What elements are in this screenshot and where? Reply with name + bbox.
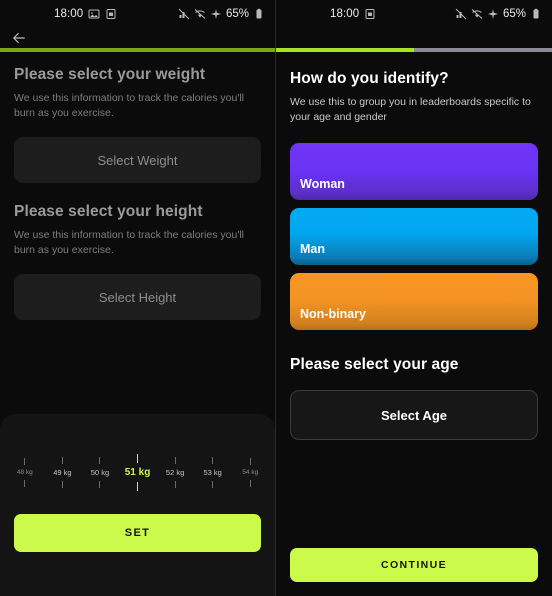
gender-option-woman[interactable]: Woman xyxy=(290,143,538,200)
ruler-tick[interactable]: 52 kg xyxy=(156,456,194,488)
airplane-mode-icon xyxy=(487,8,499,20)
status-bar-right: 65% xyxy=(178,8,265,20)
ruler-tick[interactable]: 50 kg xyxy=(81,456,119,488)
weight-ruler[interactable]: 48 kg 49 kg 50 kg 51 kg 52 kg 53 kg 54 kg xyxy=(0,444,275,500)
status-bar-left: 18:00 xyxy=(286,8,376,20)
nav-bar-spacer xyxy=(276,28,552,48)
identify-section: How do you identify? We use this to grou… xyxy=(276,52,552,440)
status-bar-right: 65% xyxy=(455,8,542,20)
ruler-tick-mark-top xyxy=(99,456,101,464)
dual-screenshot-stage: 18:00 65% Please select your weight We u… xyxy=(0,0,552,596)
battery-icon xyxy=(253,8,265,20)
ruler-tick-label: 49 kg xyxy=(53,467,72,477)
ruler-tick-mark-top xyxy=(249,457,251,465)
ruler-tick-mark-top xyxy=(212,456,214,464)
ruler-tick[interactable]: 54 kg xyxy=(231,457,269,487)
ruler-tick-mark-top xyxy=(174,456,176,464)
ruler-tick-label: 52 kg xyxy=(165,467,185,477)
weight-section: Please select your weight We use this in… xyxy=(0,52,275,320)
ruler-tick-label: 50 kg xyxy=(90,467,110,477)
battery-percent: 65% xyxy=(225,8,249,20)
continue-button[interactable]: CONTINUE xyxy=(290,548,538,582)
status-bar: 18:00 65% xyxy=(0,0,275,28)
ruler-tick[interactable]: 51 kg xyxy=(119,453,157,491)
ruler-tick[interactable]: 53 kg xyxy=(194,456,232,488)
status-time: 18:00 xyxy=(54,8,84,20)
right-content: How do you identify? We use this to grou… xyxy=(276,52,552,596)
ruler-tick-mark-bottom xyxy=(99,480,101,488)
ruler-tick[interactable]: 48 kg xyxy=(6,457,44,487)
battery-icon xyxy=(530,8,542,20)
identify-title: How do you identify? xyxy=(290,70,449,87)
ruler-tick-mark-top xyxy=(61,456,63,464)
ruler-tick-mark-bottom xyxy=(24,479,26,487)
height-title: Please select your height xyxy=(14,203,203,220)
select-height-button[interactable]: Select Height xyxy=(14,274,261,320)
ruler-tick-mark-bottom xyxy=(212,480,214,488)
left-phone-screen: 18:00 65% Please select your weight We u… xyxy=(0,0,276,596)
ruler-tick-label: 54 kg xyxy=(242,468,259,476)
ruler-tick-mark-top xyxy=(136,453,139,463)
ruler-tick-mark-bottom xyxy=(136,481,139,491)
gender-options: Woman Man Non-binary xyxy=(290,143,538,330)
gender-option-non-binary[interactable]: Non-binary xyxy=(290,273,538,330)
wifi-off-icon xyxy=(194,8,206,20)
left-content: Please select your weight We use this in… xyxy=(0,52,275,596)
status-bar: 18:00 65% xyxy=(276,0,552,28)
ruler-tick[interactable]: 49 kg xyxy=(44,456,82,488)
weight-subtitle: We use this information to track the cal… xyxy=(14,92,244,119)
weight-ruler-panel: 48 kg 49 kg 50 kg 51 kg 52 kg 53 kg 54 kg SET xyxy=(0,414,275,596)
back-arrow-icon[interactable] xyxy=(10,29,28,47)
ruler-tick-mark-bottom xyxy=(249,479,251,487)
nav-bar xyxy=(0,28,275,48)
select-age-button[interactable]: Select Age xyxy=(290,390,538,440)
height-section: Please select your height We use this in… xyxy=(14,203,261,320)
signal-off-icon xyxy=(455,8,467,20)
ruler-tick-label: 53 kg xyxy=(203,467,222,477)
status-bar-left: 18:00 xyxy=(10,8,117,20)
height-subtitle: We use this information to track the cal… xyxy=(14,229,244,256)
signal-off-icon xyxy=(178,8,190,20)
wifi-off-icon xyxy=(471,8,483,20)
age-title: Please select your age xyxy=(290,356,459,373)
ruler-tick-label: 51 kg xyxy=(124,466,151,478)
right-phone-screen: 18:00 65% How do you identify? We use th… xyxy=(276,0,552,596)
image-icon xyxy=(88,8,100,20)
ruler-tick-mark-bottom xyxy=(174,480,176,488)
set-button[interactable]: SET xyxy=(14,514,261,552)
weight-title: Please select your weight xyxy=(14,66,206,83)
status-time: 18:00 xyxy=(330,8,360,20)
sim-card-icon xyxy=(364,8,376,20)
identify-subtitle: We use this to group you in leaderboards… xyxy=(290,96,531,123)
gender-option-man[interactable]: Man xyxy=(290,208,538,265)
ruler-tick-mark-bottom xyxy=(61,480,63,488)
battery-percent: 65% xyxy=(502,8,526,20)
ruler-tick-mark-top xyxy=(24,457,26,465)
sim-card-icon xyxy=(105,8,117,20)
select-weight-button[interactable]: Select Weight xyxy=(14,137,261,183)
airplane-mode-icon xyxy=(210,8,222,20)
ruler-tick-label: 48 kg xyxy=(16,468,33,476)
